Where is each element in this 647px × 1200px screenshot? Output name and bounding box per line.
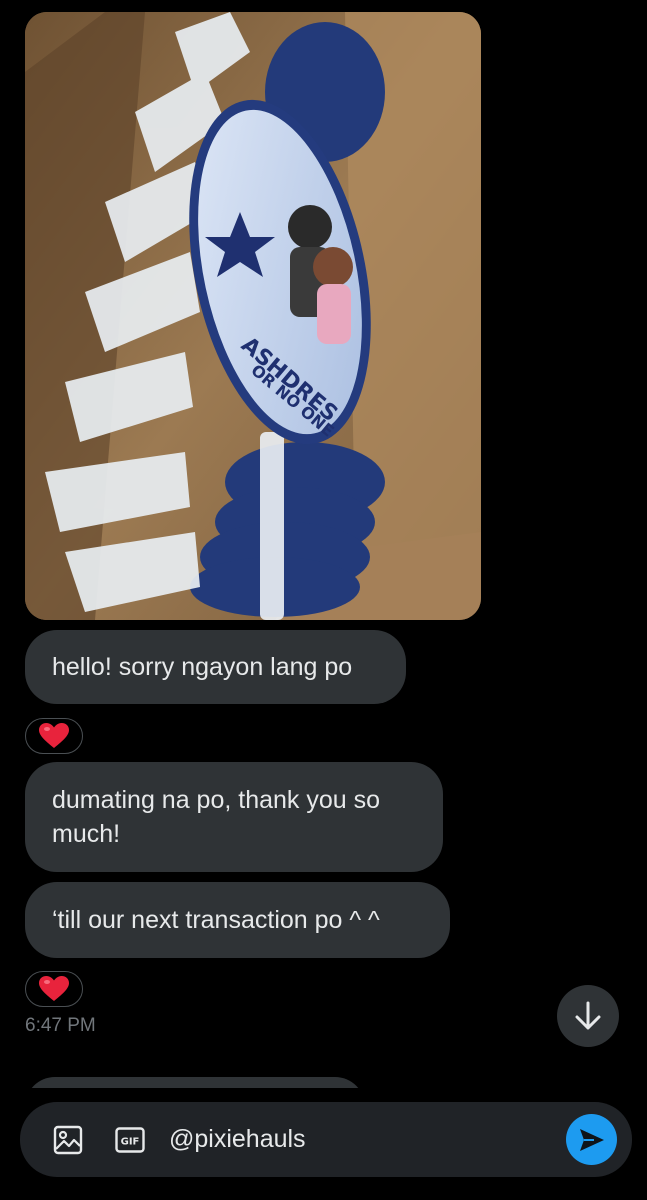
attached-photo[interactable]: ASHDRES OR NO ONE xyxy=(25,12,481,620)
message-bubble[interactable]: dumating na po, thank you so much! xyxy=(25,762,443,872)
send-icon xyxy=(579,1128,604,1151)
message-text: hello! sorry ngayon lang po xyxy=(52,653,353,681)
scroll-to-bottom-button[interactable] xyxy=(557,985,619,1047)
message-text: ‘till our next transaction po ^ ^ xyxy=(52,906,380,934)
message-composer: GIF @pixiehauls xyxy=(20,1102,632,1177)
image-icon[interactable] xyxy=(53,1125,83,1155)
message-text: dumating na po, thank you so much! xyxy=(52,786,381,848)
gif-label: GIF xyxy=(121,1137,140,1148)
send-button[interactable] xyxy=(566,1114,617,1165)
heart-icon xyxy=(39,976,69,1001)
photo-illustration: ASHDRES OR NO ONE xyxy=(25,12,481,620)
gif-button[interactable]: GIF xyxy=(115,1127,145,1153)
heart-reaction[interactable] xyxy=(25,718,83,754)
message-bubble[interactable]: hello! sorry ngayon lang po xyxy=(25,630,406,704)
message-input[interactable]: @pixiehauls xyxy=(169,1122,306,1156)
arrow-down-icon xyxy=(575,1001,601,1030)
heart-icon xyxy=(39,723,69,748)
heart-reaction[interactable] xyxy=(25,971,83,1007)
gif-icon: GIF xyxy=(115,1127,145,1153)
message-bubble[interactable]: ‘till our next transaction po ^ ^ xyxy=(25,882,450,958)
message-timestamp: 6:47 PM xyxy=(25,1015,96,1036)
